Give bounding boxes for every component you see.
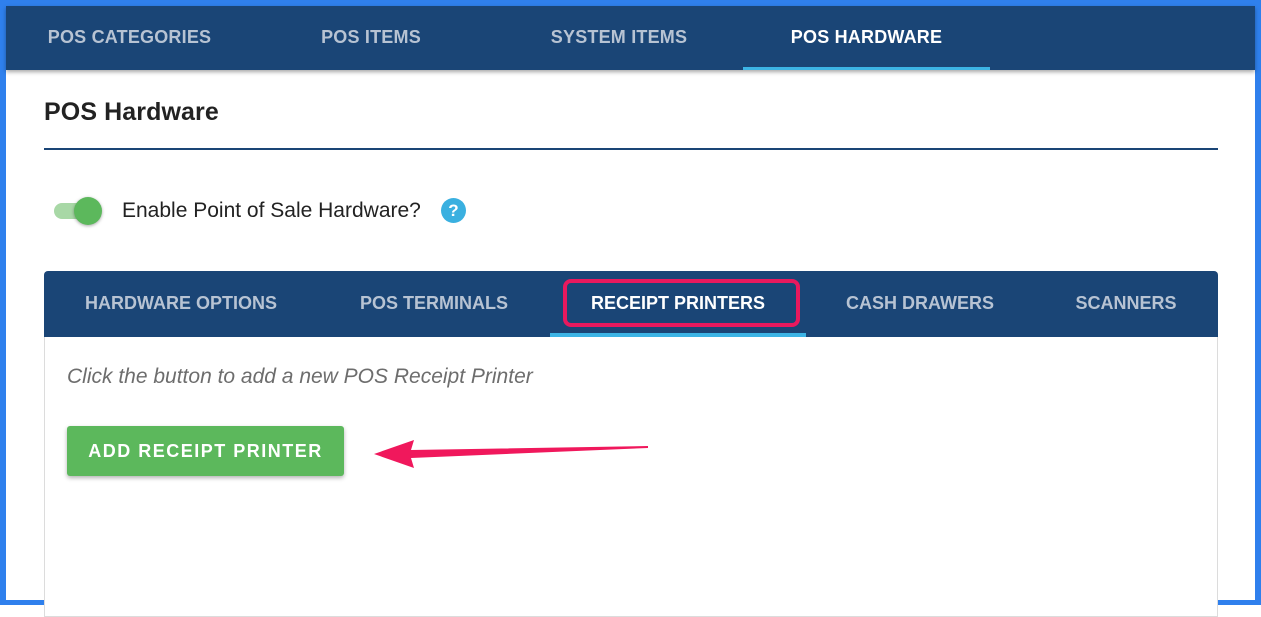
add-receipt-printer-button[interactable]: ADD RECEIPT PRINTER [67, 426, 344, 476]
highlight-annotation [563, 279, 800, 327]
tab-hardware-options[interactable]: HARDWARE OPTIONS [44, 271, 318, 337]
toggle-knob [74, 197, 102, 225]
enable-hardware-toggle[interactable] [50, 197, 102, 225]
title-divider [44, 148, 1218, 150]
active-tab-indicator [743, 67, 990, 70]
tab-cash-drawers[interactable]: CASH DRAWERS [806, 271, 1034, 337]
tab-pos-terminals[interactable]: POS TERMINALS [318, 271, 550, 337]
arrow-annotation-icon [374, 440, 648, 468]
toggle-label: Enable Point of Sale Hardware? [122, 199, 421, 222]
hint-text: Click the button to add a new POS Receip… [67, 365, 533, 388]
tab-pos-categories[interactable]: POS CATEGORIES [6, 6, 253, 70]
app-frame: POS CATEGORIES POS ITEMS SYSTEM ITEMS PO… [0, 0, 1261, 617]
top-nav: POS CATEGORIES POS ITEMS SYSTEM ITEMS PO… [6, 6, 1255, 70]
tab-scanners[interactable]: SCANNERS [1034, 271, 1218, 337]
tab-pos-hardware[interactable]: POS HARDWARE [743, 6, 990, 70]
help-icon[interactable]: ? [441, 198, 466, 223]
tab-system-items[interactable]: SYSTEM ITEMS [489, 6, 749, 70]
page-title: POS Hardware [44, 98, 219, 126]
tab-pos-items[interactable]: POS ITEMS [253, 6, 489, 70]
